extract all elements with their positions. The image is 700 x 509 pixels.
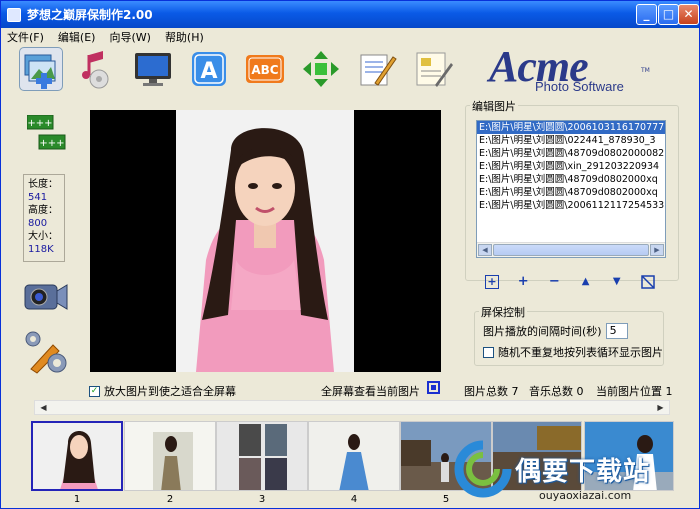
move-up-icon[interactable]: ▲ bbox=[579, 275, 593, 289]
camera-icon[interactable] bbox=[23, 277, 69, 320]
image-info-panel: 长度： 541 高度： 800 大小： 118K bbox=[23, 174, 65, 262]
text-a-icon[interactable]: A bbox=[187, 47, 231, 91]
file-list-item[interactable]: E:\图片\明星\刘圆圆\48709d0802000xq bbox=[477, 186, 665, 199]
watermark-logo-icon bbox=[454, 440, 512, 498]
file-list-item[interactable]: E:\图片\明星\刘圆圆\022441_878930_3 bbox=[477, 134, 665, 147]
thumbnail-label: 1 bbox=[73, 494, 81, 505]
logo-tm: TM bbox=[641, 67, 650, 74]
edit-images-label: 编辑图片 bbox=[470, 98, 518, 114]
file-list[interactable]: E:\图片\明星\刘圆圆\2006103116170777 E:\图片\明星\刘… bbox=[476, 120, 666, 258]
thumbnail-1[interactable] bbox=[31, 421, 123, 491]
screensaver-control-group: 屏保控制 图片播放的间隔时间(秒) 5 随机不重复地按列表循环显示图片 bbox=[474, 304, 664, 366]
close-button[interactable]: ✕ bbox=[678, 4, 699, 25]
length-value: 541 bbox=[28, 192, 48, 203]
photo-edit-icon[interactable] bbox=[19, 47, 63, 91]
size-value: 118K bbox=[28, 244, 54, 255]
file-list-item[interactable]: E:\图片\明星\刘圆圆\48709d0802000xq bbox=[477, 173, 665, 186]
scroll-left-icon[interactable]: ◀ bbox=[37, 402, 50, 413]
scroll-right-icon[interactable]: ▶ bbox=[654, 402, 667, 413]
image-preview[interactable] bbox=[90, 110, 441, 372]
thumbnail-4[interactable] bbox=[308, 421, 400, 491]
grid-resize-icon[interactable]: +++ +++ bbox=[26, 114, 71, 158]
move-down-icon[interactable]: ▼ bbox=[610, 275, 624, 289]
scroll-left-icon[interactable]: ◀ bbox=[478, 244, 492, 256]
monitor-icon[interactable] bbox=[131, 47, 175, 91]
file-list-item[interactable]: E:\图片\明星\刘圆圆\2006103116170777 bbox=[477, 121, 665, 134]
current-position: 当前图片位置 1 bbox=[596, 385, 673, 398]
file-list-item[interactable]: E:\图片\明星\刘圆圆\2006112117254533 bbox=[477, 199, 665, 212]
svg-text:ABC: ABC bbox=[251, 63, 278, 77]
acme-logo: Acme TM Photo Software bbox=[489, 42, 659, 99]
fullscreen-view-button[interactable] bbox=[427, 381, 440, 394]
file-list-scroll-thumb[interactable] bbox=[493, 244, 649, 256]
menu-bar: 文件(F) 编辑(E) 向导(W) 帮助(H) bbox=[1, 28, 699, 46]
thumbnail-label: 3 bbox=[258, 494, 266, 505]
add-all-icon[interactable]: + bbox=[485, 275, 499, 289]
title-bar[interactable]: 梦想之巅屏保制作2.00 _ □ ✕ bbox=[1, 1, 699, 28]
fit-screen-label: 放大图片到使之适合全屏幕 bbox=[104, 385, 236, 398]
app-window: 梦想之巅屏保制作2.00 _ □ ✕ 文件(F) 编辑(E) 向导(W) 帮助(… bbox=[0, 0, 700, 509]
screensaver-label: 屏保控制 bbox=[479, 304, 527, 320]
thumbnail-label: 4 bbox=[350, 494, 358, 505]
height-label: 高度： bbox=[28, 205, 58, 216]
file-list-scrollbar[interactable]: ◀ ▶ bbox=[477, 242, 665, 257]
thumbnail-label: 2 bbox=[166, 494, 174, 505]
height-value: 800 bbox=[28, 218, 48, 229]
thumbnail-scrollbar[interactable]: ◀ ▶ bbox=[34, 400, 670, 415]
logo-subtitle: Photo Software bbox=[535, 79, 624, 94]
music-icon[interactable] bbox=[75, 47, 119, 91]
properties-icon[interactable] bbox=[411, 47, 455, 91]
list-buttons: + + − ▲ ▼ bbox=[485, 273, 655, 291]
thumbnail-3[interactable] bbox=[216, 421, 308, 491]
interval-input[interactable]: 5 bbox=[605, 323, 628, 339]
window-title: 梦想之巅屏保制作2.00 bbox=[27, 8, 153, 22]
svg-text:+++: +++ bbox=[39, 138, 64, 149]
document-pen-icon[interactable] bbox=[355, 47, 399, 91]
total-images: 图片总数 7 bbox=[464, 385, 519, 398]
clear-icon[interactable] bbox=[641, 275, 655, 289]
fit-screen-checkbox[interactable]: ✓ bbox=[89, 385, 100, 397]
watermark-url: ouyaoxiazai.com bbox=[539, 489, 632, 502]
watermark-text: 偶要下载站 bbox=[515, 457, 651, 487]
remove-icon[interactable]: − bbox=[547, 275, 561, 289]
maximize-button[interactable]: □ bbox=[658, 4, 679, 25]
thumbnail-2[interactable] bbox=[124, 421, 216, 491]
svg-text:+++: +++ bbox=[27, 118, 52, 129]
fullscreen-label: 全屏幕查看当前图片 bbox=[321, 385, 420, 398]
settings-tools-icon[interactable] bbox=[23, 329, 69, 378]
minimize-button[interactable]: _ bbox=[636, 4, 657, 25]
toolbar: A ABC bbox=[19, 47, 455, 97]
menu-wizard[interactable]: 向导(W) bbox=[109, 29, 150, 45]
add-icon[interactable]: + bbox=[516, 275, 530, 289]
menu-file[interactable]: 文件(F) bbox=[7, 29, 44, 45]
interval-label: 图片播放的间隔时间(秒) bbox=[483, 325, 602, 338]
random-label: 随机不重复地按列表循环显示图片 bbox=[498, 346, 663, 359]
size-label: 大小： bbox=[28, 231, 58, 242]
edit-images-group: 编辑图片 E:\图片\明星\刘圆圆\2006103116170777 E:\图片… bbox=[465, 98, 679, 281]
menu-edit[interactable]: 编辑(E) bbox=[58, 29, 96, 45]
length-label: 长度： bbox=[28, 179, 58, 190]
file-list-item[interactable]: E:\图片\明星\刘圆圆\xin_291203220934 bbox=[477, 160, 665, 173]
menu-help[interactable]: 帮助(H) bbox=[165, 29, 204, 45]
move-arrows-icon[interactable] bbox=[299, 47, 343, 91]
app-icon bbox=[7, 7, 21, 22]
scroll-right-icon[interactable]: ▶ bbox=[650, 244, 664, 256]
abc-text-icon[interactable]: ABC bbox=[243, 47, 287, 91]
music-total: 音乐总数 0 bbox=[529, 385, 584, 398]
svg-text:A: A bbox=[200, 59, 217, 84]
site-watermark: 偶要下载站 ouyaoxiazai.com bbox=[453, 439, 699, 508]
preview-photo bbox=[176, 110, 354, 372]
file-list-item[interactable]: E:\图片\明星\刘圆圆\48709d0802000082 bbox=[477, 147, 665, 160]
random-checkbox[interactable] bbox=[483, 346, 494, 358]
